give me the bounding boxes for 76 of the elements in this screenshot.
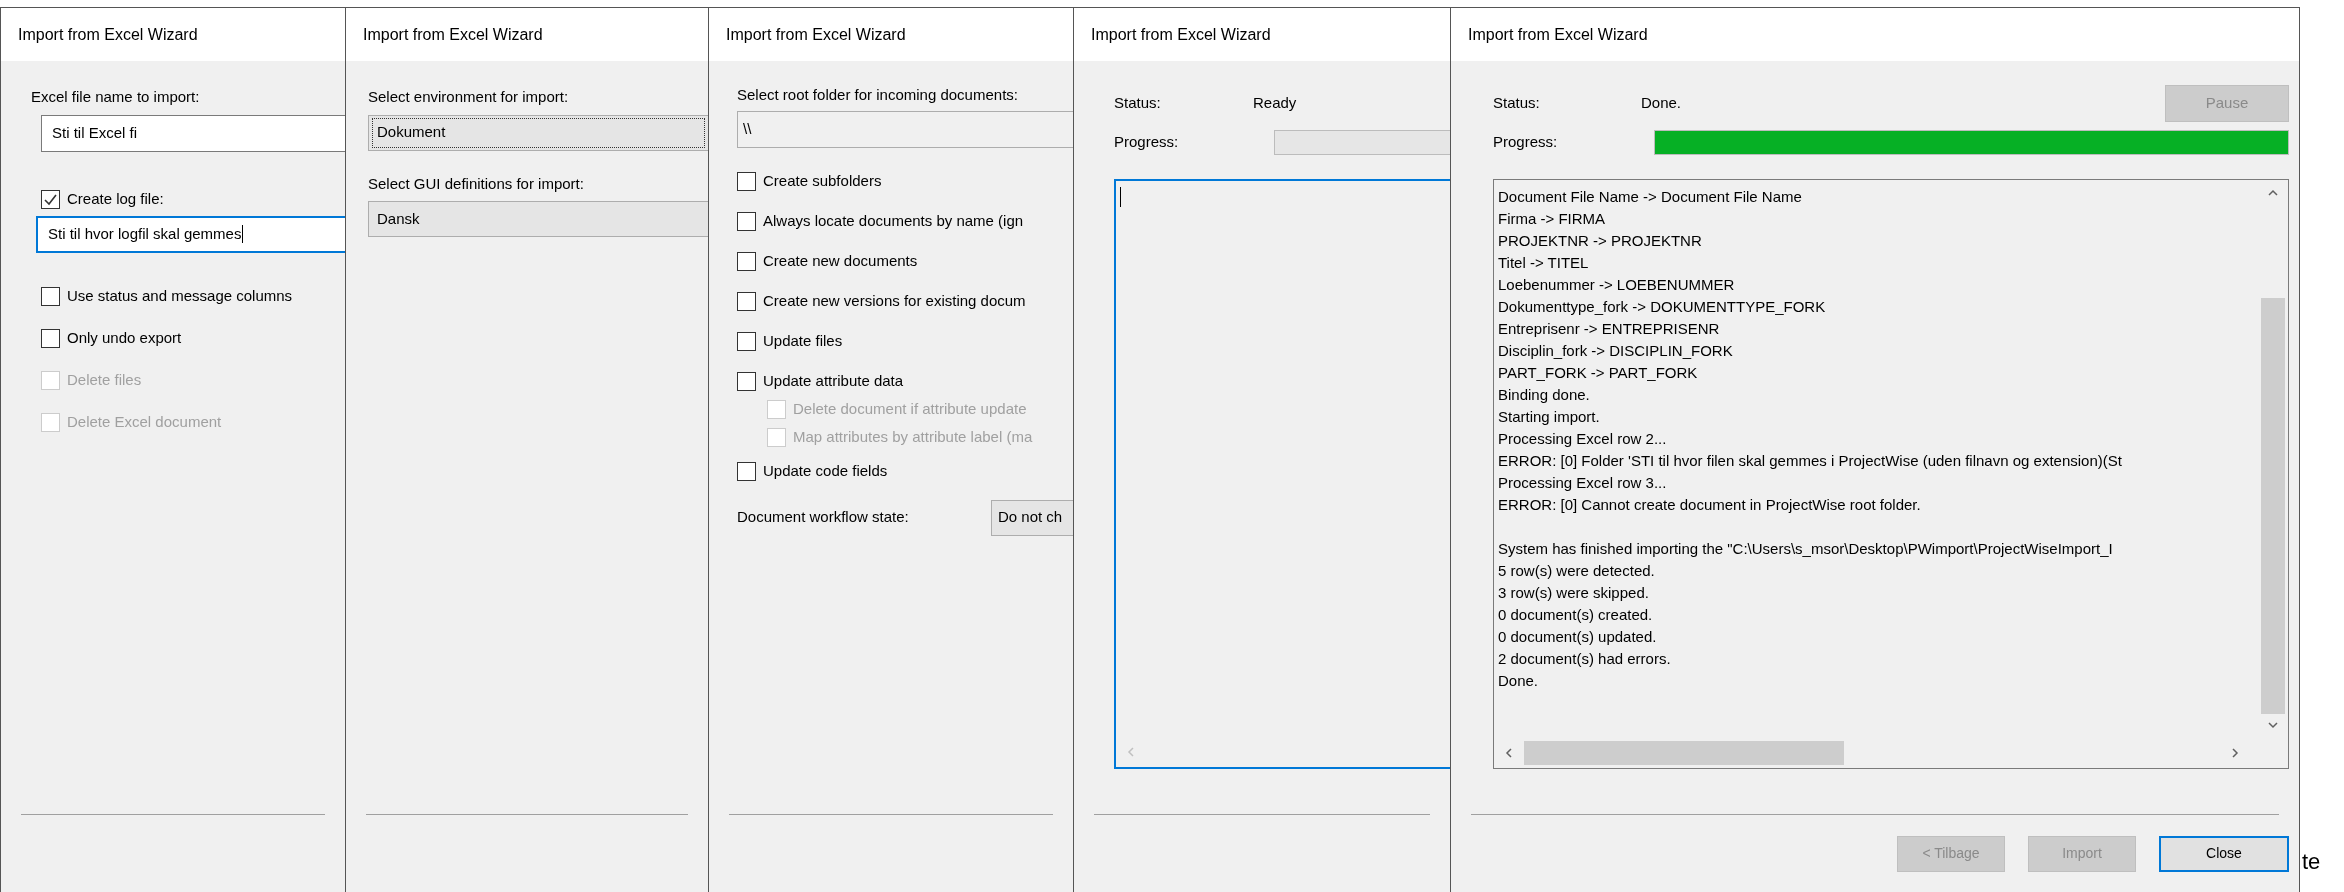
checkbox-label: Create subfolders (763, 171, 882, 192)
text-field[interactable]: Sti til Excel fi (41, 114, 345, 152)
log-line: 0 document(s) created. (1498, 605, 1653, 625)
text-cursor (242, 225, 244, 243)
checkbox-label: Create new versions for existing docum (763, 291, 1026, 312)
log-line: Starting import. (1498, 407, 1600, 427)
progress-label: Progress: (1114, 131, 1180, 152)
checkbox-label: Update attribute data (763, 371, 904, 392)
checkbox-label: Delete document if attribute update (793, 399, 1027, 420)
log-box[interactable] (1493, 179, 2289, 769)
log-line: System has finished importing the "C:\Users\s_msor\Desktop\PWimport\ProjectWiseImport_I (1498, 539, 2113, 559)
log-line: ERROR: [0] Folder 'STI til hvor filen skal gemmes i ProjectWise (uden filnavn og extension)(St (1498, 451, 2122, 471)
checkbox-label: Only undo export (67, 328, 182, 349)
window-title: Import from Excel Wizard (726, 24, 906, 45)
text-field[interactable]: Sti til hvor logfil skal gemmes (36, 215, 345, 253)
checkbox[interactable] (737, 292, 756, 311)
dropdown[interactable]: Dansk (368, 201, 708, 237)
progress-label: Progress: (1493, 131, 1559, 152)
field-label: Select root folder for incoming documents: (737, 85, 1019, 105)
checkbox[interactable] (737, 462, 756, 481)
text-cursor (1120, 187, 1121, 207)
status-value: Ready (1253, 92, 1298, 113)
scrollbar-thumb[interactable] (1524, 741, 1844, 765)
checkbox[interactable] (737, 252, 756, 271)
status-value: Done. (1641, 92, 1683, 113)
log-line: Binding done. (1498, 385, 1590, 405)
log-line: Entreprisenr -> ENTREPRISENR (1498, 319, 1720, 339)
window-title: Import from Excel Wizard (1468, 24, 1648, 45)
log-line: ERROR: [0] Cannot create document in ProjectWise root folder. (1498, 495, 1921, 515)
checkbox[interactable] (41, 287, 60, 306)
log-line: Loebenummer -> LOEBENUMMER (1498, 275, 1735, 295)
log-line: Disciplin_fork -> DISCIPLIN_FORK (1498, 341, 1733, 361)
log-line: Firma -> FIRMA (1498, 209, 1606, 229)
log-line: PART_FORK -> PART_FORK (1498, 363, 1698, 383)
checkbox-label: Update code fields (763, 461, 888, 482)
log-line: 3 row(s) were skipped. (1498, 583, 1649, 603)
window-title: Import from Excel Wizard (363, 24, 543, 45)
checkbox[interactable] (737, 332, 756, 351)
scrollbar-thumb[interactable] (2261, 298, 2285, 714)
checkbox[interactable] (41, 329, 60, 348)
log-line: 0 document(s) updated. (1498, 627, 1657, 647)
checkbox[interactable] (737, 172, 756, 191)
checkbox-label: Delete Excel document (67, 412, 222, 433)
log-line: Processing Excel row 2... (1498, 429, 1667, 449)
field-label: Document workflow state: (737, 507, 910, 528)
log-line: 5 row(s) were detected. (1498, 561, 1655, 581)
checkbox[interactable] (737, 212, 756, 231)
log-line: Document File Name -> Document File Name (1498, 187, 1802, 207)
dropdown-value: Dansk (376, 208, 421, 229)
log-line: Dokumenttype_fork -> DOKUMENTTYPE_FORK (1498, 297, 1826, 317)
field-label: Excel file name to import: (31, 87, 201, 107)
log-line: Processing Excel row 3... (1498, 473, 1667, 493)
checkbox-label: Delete files (67, 370, 142, 391)
checkbox-label: Map attributes by attribute label (ma (793, 427, 1033, 448)
text-field[interactable]: \\ (737, 110, 1073, 148)
log-line: 2 document(s) had errors. (1498, 649, 1671, 669)
checkbox[interactable] (737, 372, 756, 391)
log-line: Done. (1498, 671, 1539, 691)
checkbox-label: Use status and message columns (67, 286, 293, 307)
checkbox-label: Create log file: (67, 189, 164, 210)
checkmark-icon (43, 192, 58, 207)
log-line: PROJEKTNR -> PROJEKTNR (1498, 231, 1702, 251)
log-line: Titel -> TITEL (1498, 253, 1589, 273)
checkbox-label: Update files (763, 331, 843, 352)
dropdown[interactable]: Do not ch (991, 499, 1073, 536)
background-text: te (2302, 848, 2322, 876)
window-title: Import from Excel Wizard (18, 24, 198, 45)
checkbox[interactable] (41, 190, 60, 209)
field-label: Select environment for import: (368, 87, 570, 107)
wizard-button[interactable]: Close (2159, 835, 2289, 872)
field-label: Select GUI definitions for import: (368, 173, 585, 194)
checkbox-label: Create new documents (763, 251, 918, 272)
status-label: Status: (1493, 92, 1541, 113)
window-title: Import from Excel Wizard (1091, 24, 1271, 45)
status-label: Status: (1114, 92, 1162, 113)
checkbox-label: Always locate documents by name (ign (763, 211, 1024, 232)
